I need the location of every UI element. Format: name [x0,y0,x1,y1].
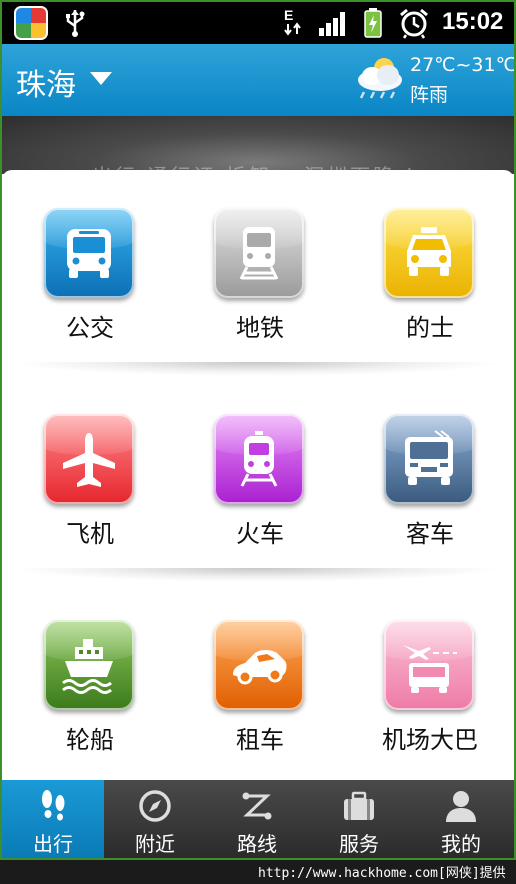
grid-item-label: 火车 [236,520,284,548]
grid-item-label: 的士 [406,314,454,342]
grid-item-subway[interactable]: 地铁 [200,208,320,358]
nav-tab-mine[interactable]: 我的 [410,780,512,858]
nav-label: 附近 [135,832,175,856]
battery-icon [364,8,382,38]
grid-item-label: 租车 [236,726,284,754]
grid-item-train[interactable]: 火车 [200,414,320,564]
promo-banner[interactable]: 出行 通行证 拆卸 一深圳下降 ! [2,116,514,174]
nav-tab-route[interactable]: 路线 [206,780,308,858]
airport-bus-icon [403,645,457,693]
transport-grid: 公交 地铁 的士 飞机 火车 客车 轮船 租车 机场大巴 [2,170,514,778]
grid-item-label: 客车 [406,520,454,548]
user-icon [446,791,476,822]
app-screen: E 15:02 珠海 27℃~31℃ 阵雨 公交 地铁 的士 飞机 火车 客车 … [0,0,516,860]
clock-time: 15:02 [442,8,504,35]
grid-item-label: 轮船 [66,726,114,754]
row-divider [12,568,504,582]
grid-item-label: 公交 [66,314,114,342]
grid-item-car-rental[interactable]: 租车 [200,620,320,770]
usb-icon [66,10,85,37]
svg-text:E: E [284,7,293,23]
subway-icon [239,227,279,280]
train-icon [240,431,278,487]
app-icon [14,6,48,40]
weather-temperature: 27℃~31℃ [410,54,516,76]
taxi-icon [407,227,451,276]
briefcase-icon [344,791,374,820]
route-icon [242,792,272,820]
grid-item-airport-bus[interactable]: 机场大巴 [370,620,490,770]
nav-tab-service[interactable]: 服务 [308,780,410,858]
status-bar: E 15:02 [2,2,514,44]
nav-label: 路线 [237,832,277,856]
header-bar: 珠海 27℃~31℃ 阵雨 [2,44,514,116]
bottom-nav: 出行 附近 路线 服务 我的 [2,780,514,858]
nav-tab-nearby[interactable]: 附近 [104,780,206,858]
grid-item-taxi[interactable]: 的士 [370,208,490,358]
data-e-icon: E [284,7,301,36]
city-selector[interactable]: 珠海 [16,60,76,104]
coach-icon [405,430,453,485]
bus-icon [67,229,111,278]
nav-label: 出行 [33,832,73,856]
row-divider [12,362,504,376]
compass-icon [139,790,171,822]
grid-item-label: 地铁 [236,314,284,342]
footprints-icon [42,790,65,821]
grid-item-coach[interactable]: 客车 [370,414,490,564]
grid-item-airplane[interactable]: 飞机 [30,414,150,564]
watermark-url: http://www.hackhome.com[网侠]提供 [258,866,506,881]
alarm-icon [400,8,428,39]
signal-icon [319,12,345,36]
grid-item-label: 机场大巴 [382,726,478,754]
nav-label: 服务 [339,832,379,856]
grid-item-bus[interactable]: 公交 [30,208,150,358]
nav-tab-travel[interactable]: 出行 [2,780,104,858]
ship-icon [62,639,113,694]
grid-item-ship[interactable]: 轮船 [30,620,150,770]
cloud-rain-icon [358,58,402,99]
airplane-icon [63,433,115,487]
dropdown-arrow-icon[interactable] [90,72,112,85]
weather-description: 阵雨 [410,84,449,106]
nav-label: 我的 [441,832,481,856]
grid-item-label: 飞机 [66,520,114,548]
car-rental-icon [233,650,287,685]
